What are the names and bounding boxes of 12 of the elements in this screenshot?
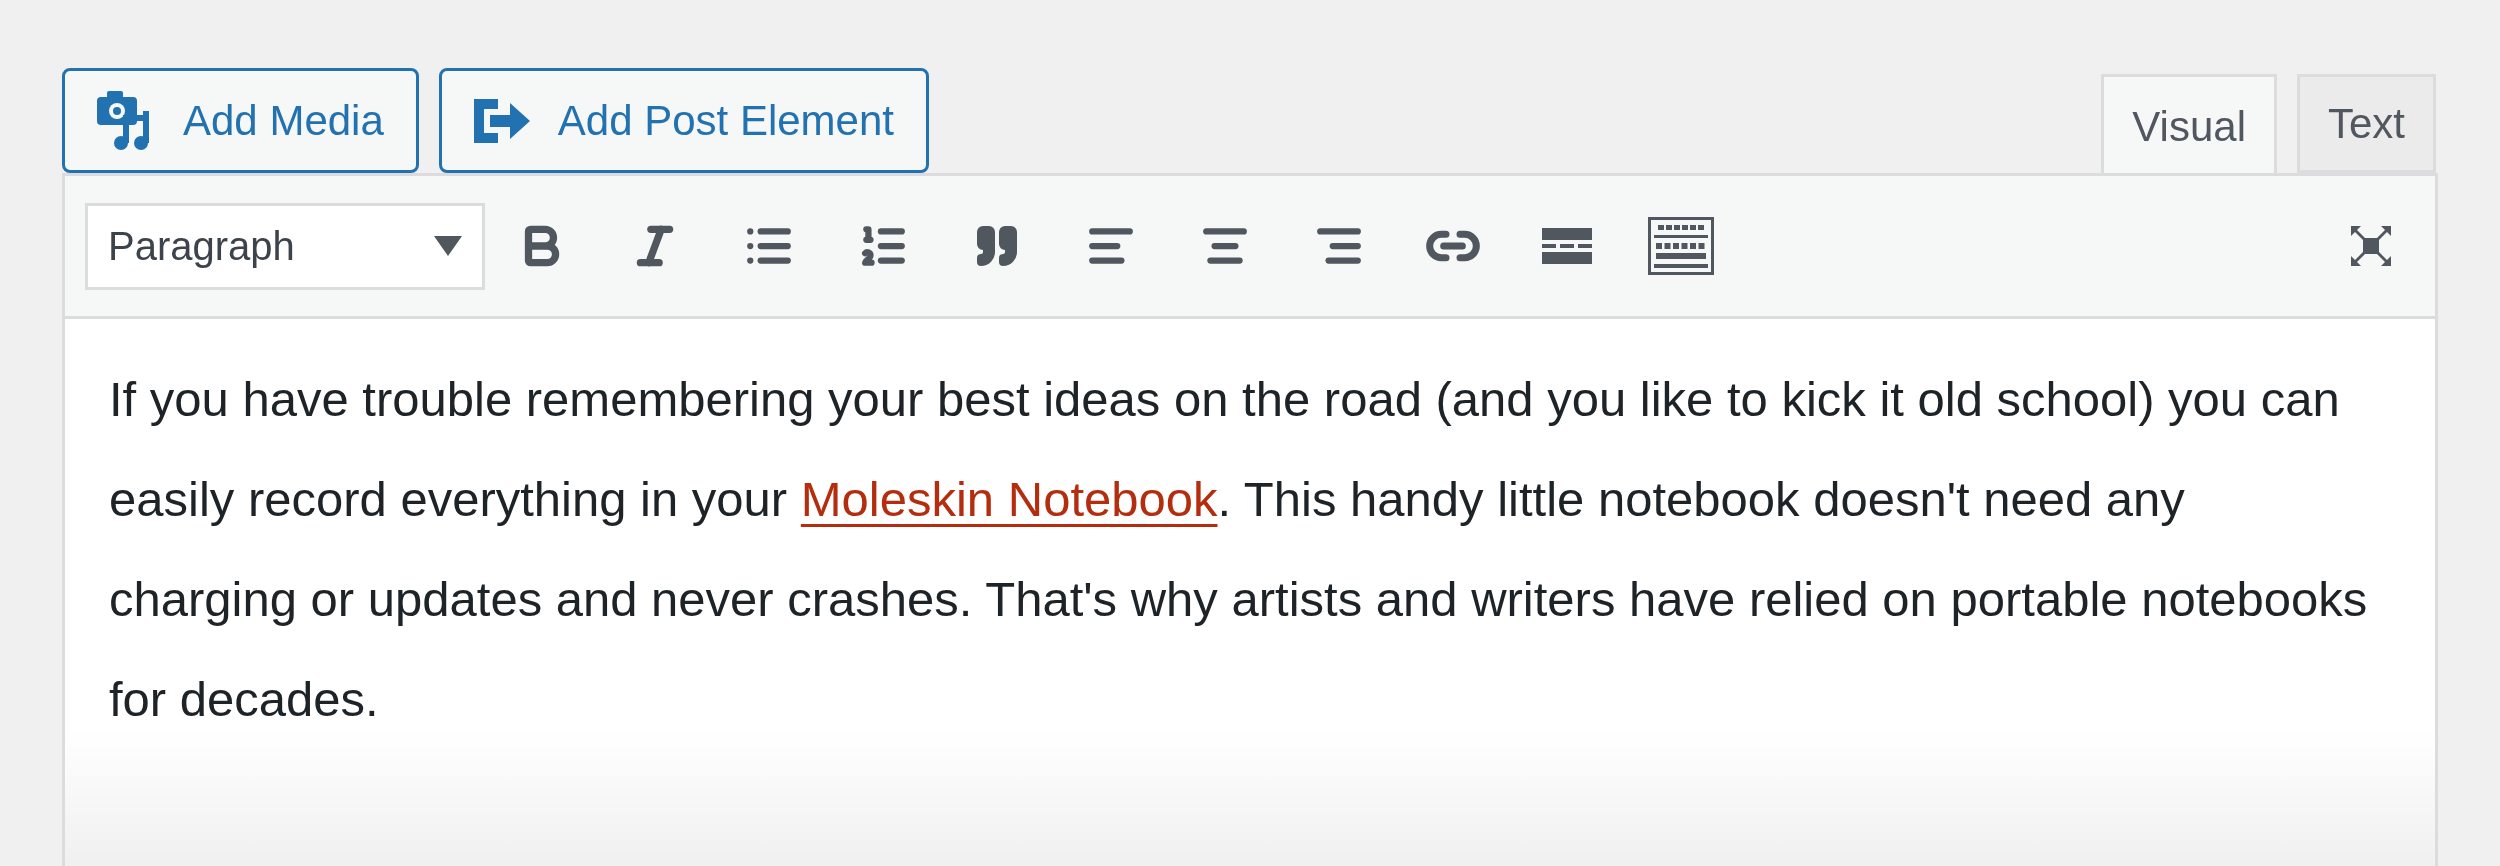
editor-tab[interactable]: Visual — [2101, 74, 2277, 176]
read-more-icon — [1542, 228, 1592, 264]
format-dropdown[interactable]: Paragraph — [85, 202, 485, 290]
dropdown-caret-icon — [434, 236, 462, 256]
add-media-button[interactable]: Add Media — [62, 68, 419, 173]
add-element-button[interactable]: Add Post Element — [438, 68, 929, 173]
post-paragraph: If you have trouble remembering your best ideas on the road (and you like to kick it old school) you can easily record everything in your Moleskin Notebook. This handy little notebook doesn't need any charging or updates and never crashes. That's why artists and writers have relied on portable notebooks for decades. — [109, 371, 2369, 728]
keyboard-icon — [1648, 217, 1714, 275]
notebook-link[interactable]: Moleskin Notebook — [800, 472, 1218, 526]
editor-tab[interactable]: Text — [2296, 74, 2436, 173]
fullscreen-icon — [2351, 226, 2391, 266]
arrow-right-icon — [473, 98, 530, 143]
